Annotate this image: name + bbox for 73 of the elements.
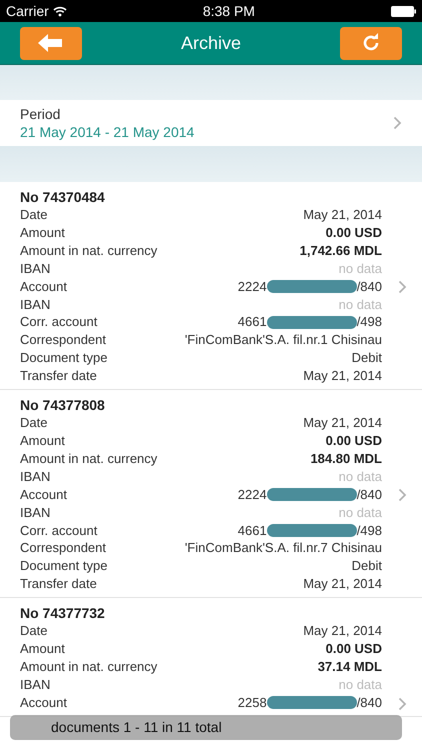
field-value: 2224 <box>238 486 267 504</box>
field-value: 0.00 USD <box>326 432 382 450</box>
document-number: No 74377732 <box>20 604 106 622</box>
field-value: 4661 <box>238 522 267 540</box>
field-value: Debit <box>352 557 382 576</box>
field-label: Amount <box>20 640 65 658</box>
field-value: 'FinComBank'S.A. fil.nr.7 Chisinau <box>184 539 382 558</box>
wifi-icon <box>52 6 67 16</box>
field-value: no data <box>338 504 382 522</box>
field-label: Amount in nat. currency <box>20 658 158 676</box>
field-value: May 21, 2014 <box>303 206 382 224</box>
field-value: 1,742.66 MDL <box>300 242 382 260</box>
field-label: Account <box>20 694 67 712</box>
period-range: 21 May 2014 - 21 May 2014 <box>20 123 194 141</box>
field-label: IBAN <box>20 468 50 486</box>
status-toast: documents 1 - 11 in 11 total <box>10 715 402 740</box>
field-label: Date <box>20 622 48 640</box>
field-label: Account <box>20 278 67 296</box>
field-value: May 21, 2014 <box>303 367 382 386</box>
field-value: 4661 <box>238 313 267 332</box>
field-value: May 21, 2014 <box>303 622 382 640</box>
field-value: /498 <box>356 313 382 332</box>
chevron-icon[interactable] <box>398 280 406 294</box>
field-value: no data <box>338 676 382 694</box>
field-value: no data <box>338 468 382 486</box>
field-label: Date <box>20 206 48 224</box>
field-value: Debit <box>352 349 382 368</box>
field-label: Correspondent <box>20 331 106 350</box>
refresh-button[interactable] <box>340 26 402 60</box>
field-value: May 21, 2014 <box>303 414 382 432</box>
field-label: Account <box>20 486 67 504</box>
arrow-icon <box>38 34 64 52</box>
screen-title: Archive <box>180 32 242 54</box>
field-value: /840 <box>356 694 382 712</box>
field-label: Date <box>20 414 48 432</box>
field-value: 2258 <box>238 694 267 712</box>
period-label: Period <box>20 105 62 123</box>
battery-icon <box>390 6 416 16</box>
field-label: IBAN <box>20 296 50 314</box>
field-value: no data <box>338 296 382 314</box>
field-label: IBAN <box>20 504 50 522</box>
field-value: no data <box>338 260 382 278</box>
field-value: 2224 <box>238 278 267 296</box>
back-button[interactable] <box>20 26 82 60</box>
field-label: Amount in nat. currency <box>20 242 158 260</box>
field-value: May 21, 2014 <box>303 575 382 594</box>
field-value: /840 <box>356 486 382 504</box>
carrier-name: Carrier <box>6 2 49 20</box>
field-value: /840 <box>356 278 382 296</box>
field-label: Amount <box>20 224 65 242</box>
field-value: 'FinComBank'S.A. fil.nr.1 Chisinau <box>184 331 382 350</box>
field-value: /498 <box>356 522 382 540</box>
document-number: No 74370484 <box>20 188 106 206</box>
clock-time: 8:38 PM <box>202 2 255 20</box>
field-value: 0.00 USD <box>326 224 382 242</box>
field-label: IBAN <box>20 676 50 694</box>
field-value: 184.80 MDL <box>310 450 382 468</box>
field-value: 37.14 MDL <box>318 658 382 676</box>
field-label: Transfer date <box>20 367 97 386</box>
document-number: No 74377808 <box>20 396 106 414</box>
field-label: Document type <box>20 557 108 576</box>
field-label: Amount <box>20 432 65 450</box>
field-label: Document type <box>20 349 108 368</box>
field-label: Correspondent <box>20 539 106 558</box>
field-label: IBAN <box>20 260 50 278</box>
field-label: Transfer date <box>20 575 97 594</box>
field-label: Amount in nat. currency <box>20 450 158 468</box>
field-label: Corr. account <box>20 522 98 540</box>
chevron-icon[interactable] <box>398 697 406 712</box>
chevron-icon[interactable] <box>398 488 406 502</box>
field-value: 0.00 USD <box>326 640 382 658</box>
chevron-icon <box>393 116 402 130</box>
field-label: Corr. account <box>20 313 98 332</box>
